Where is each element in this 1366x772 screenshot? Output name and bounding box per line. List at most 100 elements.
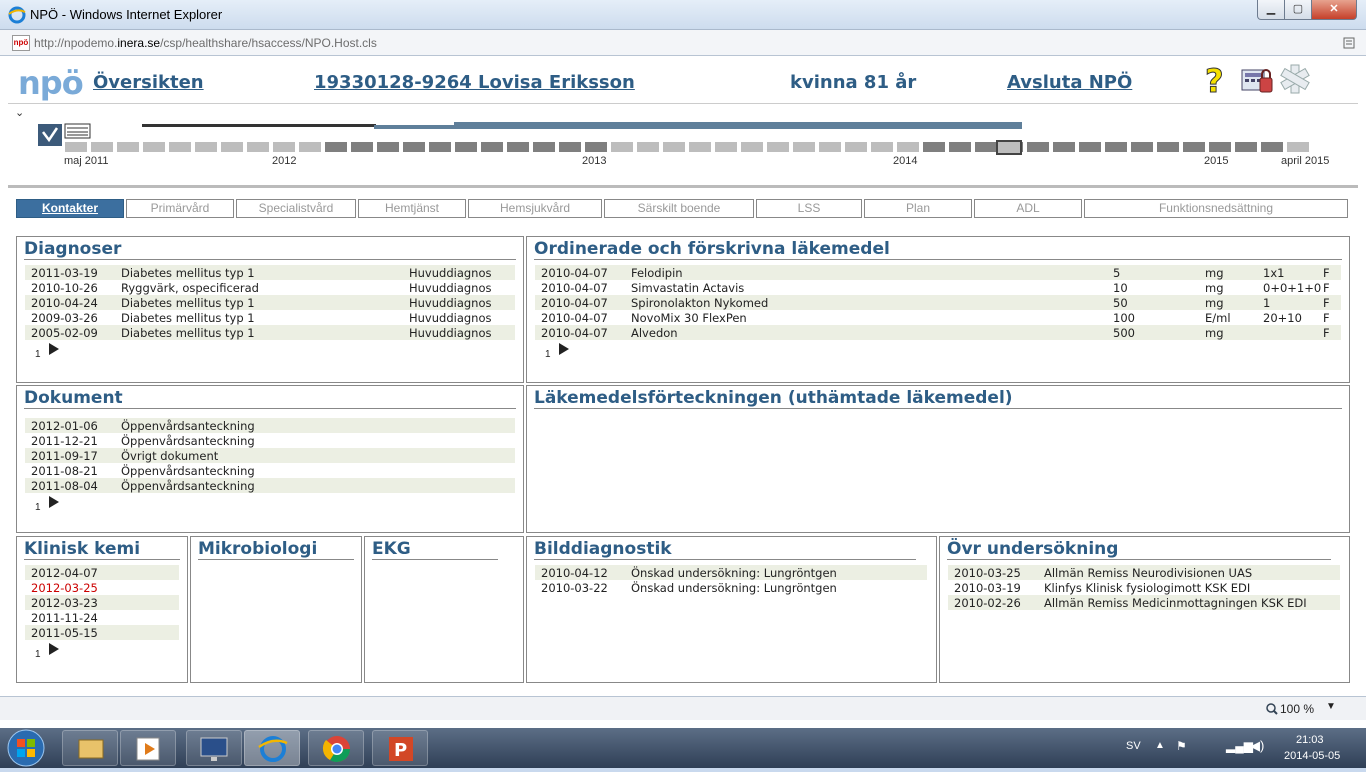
table-row[interactable]: 2010-04-24 Diabetes mellitus typ 1 Huvuddi… (25, 295, 515, 310)
tab-primarvard[interactable]: Primärvård (126, 199, 234, 218)
table-row[interactable]: 2012-01-06 Öppenvårdsanteckning (25, 418, 515, 433)
timeline-month-cell[interactable] (454, 141, 478, 153)
table-row[interactable]: 2010-04-07 Felodipin 5 mg 1x1 F (535, 265, 1341, 280)
logout-link[interactable]: Avsluta NPÖ (1007, 72, 1132, 93)
timeline-month-cell[interactable] (688, 141, 712, 153)
timeline-month-cell[interactable] (1182, 141, 1206, 153)
timeline-month-cell[interactable] (246, 141, 270, 153)
flag-icon[interactable]: ⚑ (1176, 739, 1187, 753)
table-row[interactable]: 2011-08-21 Öppenvårdsanteckning (25, 463, 515, 478)
next-page-icon[interactable] (559, 343, 569, 355)
chevron-down-icon[interactable]: ▼ (1326, 701, 1336, 712)
timeline-month-cell[interactable] (1234, 141, 1258, 153)
table-row[interactable]: 2011-08-04 Öppenvårdsanteckning (25, 478, 515, 493)
calculator-lock-icon[interactable] (1240, 66, 1274, 94)
star-of-life-icon[interactable] (1278, 62, 1312, 96)
clock-date[interactable]: 2014-05-05 (1284, 750, 1340, 762)
timeline-month-cell[interactable] (1130, 141, 1154, 153)
table-row[interactable]: 2010-03-22 Önskad undersökning: Lungröntg… (535, 580, 927, 595)
page-icon[interactable] (1343, 37, 1355, 49)
timeline-month-cell[interactable] (376, 141, 400, 153)
timeline-month-cell[interactable] (64, 141, 88, 153)
table-row[interactable]: 2010-10-26 Ryggvärk, ospecificerad Huvuddi… (25, 280, 515, 295)
timeline-month-cell[interactable] (1104, 141, 1128, 153)
timeline-month-cell[interactable] (1260, 141, 1284, 153)
tab-hemtjanst[interactable]: Hemtjänst (358, 199, 466, 218)
table-row[interactable]: 2010-04-12 Önskad undersökning: Lungröntg… (535, 565, 927, 580)
timeline-month-cell[interactable] (142, 141, 166, 153)
remote-desktop-taskbar-icon[interactable] (186, 730, 242, 766)
timeline-month-cell[interactable] (636, 141, 660, 153)
tab-hemsjukvard[interactable]: Hemsjukvård (468, 199, 602, 218)
overview-link[interactable]: Översikten (93, 72, 204, 93)
timeline-month-cell[interactable] (168, 141, 192, 153)
page-number[interactable]: 1 (35, 349, 41, 360)
chevron-down-icon[interactable]: ⌄ (15, 106, 24, 119)
zoom-icon[interactable] (1266, 703, 1278, 715)
table-row[interactable]: 2005-02-09 Diabetes mellitus typ 1 Huvuddi… (25, 325, 515, 340)
minimize-button[interactable]: ▁ (1257, 0, 1285, 20)
close-button[interactable]: ✕ (1311, 0, 1357, 20)
tab-plan[interactable]: Plan (864, 199, 972, 218)
timeline-month-cell[interactable] (1286, 141, 1310, 153)
timeline-month-cell[interactable] (792, 141, 816, 153)
table-row[interactable]: 2010-02-26 Allmän Remiss Medicinmottagnin… (948, 595, 1340, 610)
timeline-month-cell[interactable] (922, 141, 946, 153)
timeline-month-cell[interactable] (272, 141, 296, 153)
next-page-icon[interactable] (49, 643, 59, 655)
tab-specialistvard[interactable]: Specialistvård (236, 199, 356, 218)
maximize-button[interactable]: ▢ (1284, 0, 1312, 20)
timeline-month-cell[interactable] (402, 141, 426, 153)
table-row[interactable]: 2010-04-07 Spironolakton Nykomed 50 mg 1 F (535, 295, 1341, 310)
page-number[interactable]: 1 (35, 649, 41, 660)
timeline-month-cell[interactable] (194, 141, 218, 153)
volume-icon[interactable]: ◀) (1250, 738, 1264, 754)
timeline-month-cell[interactable] (610, 141, 634, 153)
table-row[interactable]: 2009-03-26 Diabetes mellitus typ 1 Huvuddi… (25, 310, 515, 325)
timeline-month-cell[interactable] (558, 141, 582, 153)
tab-lss[interactable]: LSS (756, 199, 862, 218)
tab-funktionsnedsattning[interactable]: Funktionsnedsättning (1084, 199, 1348, 218)
timeline-month-cell[interactable] (428, 141, 452, 153)
timeline-month-cell[interactable] (298, 141, 322, 153)
next-page-icon[interactable] (49, 343, 59, 355)
timeline-month-cell[interactable] (766, 141, 790, 153)
clock-time[interactable]: 21:03 (1296, 734, 1324, 746)
chrome-taskbar-icon[interactable] (308, 730, 364, 766)
url-text[interactable]: http://npodemo.inera.se/csp/healthshare/… (34, 36, 377, 50)
timeline-month-cell[interactable] (870, 141, 894, 153)
table-row[interactable]: 2011-12-21 Öppenvårdsanteckning (25, 433, 515, 448)
timeline-month-cell[interactable] (90, 141, 114, 153)
table-row[interactable]: 2010-04-07 Simvastatin Actavis 10 mg 0+0+1+0… (535, 280, 1341, 295)
timeline-month-cell[interactable] (818, 141, 842, 153)
table-row[interactable]: 2012-03-25 (25, 580, 179, 595)
timeline-month-cell[interactable] (662, 141, 686, 153)
timeline-selected-cell[interactable] (996, 140, 1022, 155)
timeline-month-cell[interactable] (1052, 141, 1076, 153)
table-row[interactable]: 2010-03-25 Allmän Remiss Neurodivisionen … (948, 565, 1340, 580)
timeline-month-cell[interactable] (844, 141, 868, 153)
timeline-month-cell[interactable] (116, 141, 140, 153)
tab-kontakter[interactable]: Kontakter (16, 199, 124, 218)
start-button[interactable] (4, 728, 48, 768)
timeline-month-cell[interactable] (220, 141, 244, 153)
tray-arrow-icon[interactable]: ▲ (1155, 740, 1165, 751)
timeline-month-cell[interactable] (480, 141, 504, 153)
timeline-month-cell[interactable] (896, 141, 920, 153)
timeline-month-cell[interactable] (740, 141, 764, 153)
table-row[interactable]: 2011-11-24 (25, 610, 179, 625)
timeline-month-cell[interactable] (974, 141, 998, 153)
table-row[interactable]: 2011-09-17 Övrigt dokument (25, 448, 515, 463)
timeline-month-cell[interactable] (1156, 141, 1180, 153)
timeline-month-cell[interactable] (1208, 141, 1232, 153)
timeline-month-cell[interactable] (1078, 141, 1102, 153)
timeline-month-cell[interactable] (1026, 141, 1050, 153)
timeline-month-cell[interactable] (506, 141, 530, 153)
tab-sarskilt-boende[interactable]: Särskilt boende (604, 199, 754, 218)
tab-adl[interactable]: ADL (974, 199, 1082, 218)
page-number[interactable]: 1 (545, 349, 551, 360)
timeline-month-cell[interactable] (324, 141, 348, 153)
next-page-icon[interactable] (49, 496, 59, 508)
zoom-level[interactable]: 100 % (1280, 702, 1314, 716)
network-icon[interactable]: ▂▄▆ (1226, 739, 1253, 753)
